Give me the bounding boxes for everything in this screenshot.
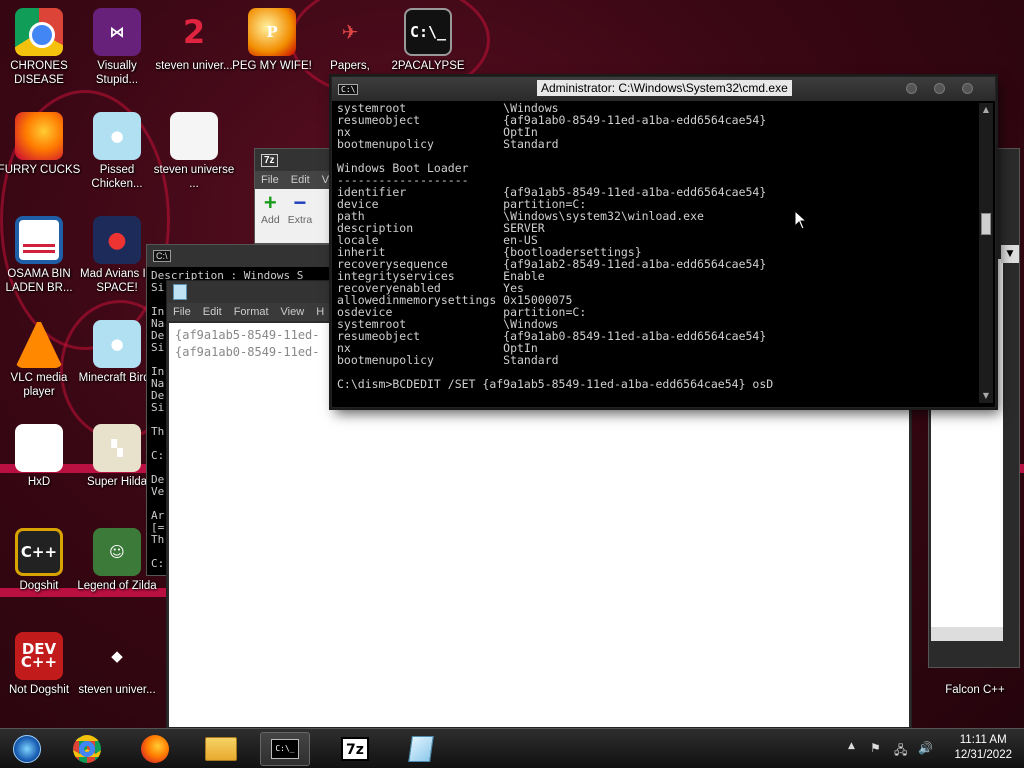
desktop-icon-chrones-disease[interactable]: CHRONES DISEASE <box>0 8 81 87</box>
desktop-icon-steven-universe-gem[interactable]: ◆ steven univer... <box>75 632 159 697</box>
visual-studio-icon: ⋈ <box>93 8 141 56</box>
desktop-icon-pissed-chicken[interactable]: ● Pissed Chicken... <box>75 112 159 191</box>
p-icon: P <box>248 8 296 56</box>
cmd-window-title: Administrator: C:\Windows\System32\cmd.e… <box>537 80 792 96</box>
minimize-button[interactable] <box>906 83 917 94</box>
file-explorer-icon <box>205 737 237 761</box>
volume-icon[interactable]: 🔊 <box>918 741 933 755</box>
scroll-up-icon[interactable]: ▲ <box>981 105 991 115</box>
desktop-icon-furry-cucks[interactable]: FURRY CUCKS <box>0 112 81 177</box>
system-clock[interactable]: 11:11 AM 12/31/2022 <box>954 733 1012 763</box>
desktop-icon-dogshit[interactable]: C++ Dogshit <box>0 528 81 593</box>
extract-button[interactable]: − Extra <box>288 190 313 227</box>
taskbar-cmd[interactable]: C:\_ <box>260 732 310 766</box>
menu-file[interactable]: File <box>173 306 191 318</box>
chrome-icon <box>15 8 63 56</box>
maximize-button[interactable] <box>934 83 945 94</box>
info-window-titlebar[interactable]: C:\ <box>147 245 335 267</box>
7zip-window[interactable]: 7z File Edit V + Add − Extra <box>254 148 336 244</box>
vlc-icon <box>15 320 63 368</box>
desktop-icon-not-dogshit[interactable]: DEV C++ Not Dogshit <box>0 632 81 697</box>
desktop-icon-papers[interactable]: ✈ Papers, <box>308 8 392 73</box>
taskbar-7zip[interactable]: 7z <box>330 732 380 766</box>
menu-view[interactable]: View <box>281 306 305 318</box>
taskbar-chrome[interactable] <box>62 732 112 766</box>
taskbar: C:\_ 7z ▲ ⚑ 🖧 🔊 11:11 AM 12/31/2022 <box>0 728 1024 768</box>
desktop-icon-steven-universe[interactable]: 2 steven univer... <box>152 8 236 73</box>
cmd-icon: C:\_ <box>404 8 452 56</box>
menu-edit[interactable]: Edit <box>291 174 310 186</box>
hxd-icon: HxD <box>15 424 63 472</box>
cmd-window[interactable]: C:\ Administrator: C:\Windows\System32\c… <box>331 76 996 408</box>
menu-file[interactable]: File <box>261 174 279 186</box>
7zip-menu: File Edit V <box>255 171 335 189</box>
menu-help[interactable]: H <box>316 306 324 318</box>
cmd-scrollbar[interactable]: ▲ ▼ <box>979 103 993 403</box>
scroll-thumb[interactable] <box>981 213 991 235</box>
desktop-icon-hxd[interactable]: HxD HxD <box>0 424 81 489</box>
steven-universe-icon: 2 <box>182 13 206 51</box>
zilda-icon: ☺ <box>93 528 141 576</box>
add-icon: + <box>263 190 277 215</box>
cmd-output[interactable]: systemroot \Windows resumeobject {af9a1ab… <box>337 102 977 403</box>
mouse-cursor-icon <box>794 210 808 230</box>
clock-time: 11:11 AM <box>959 734 1007 746</box>
angry-birds-seasons-icon: ● <box>93 112 141 160</box>
notepad-icon <box>173 284 187 300</box>
cmd-output-line: bootmenupolicy Standard <box>337 353 559 367</box>
gem-icon: ◆ <box>111 647 123 665</box>
7zip-toolbar: + Add − Extra <box>255 189 335 229</box>
menu-view[interactable]: V <box>322 174 329 186</box>
cmd-output-line: C:\dism>BCDEDIT /SET {af9a1ab5-8549-11ed… <box>337 377 774 391</box>
add-button[interactable]: + Add <box>261 190 280 227</box>
extract-icon: − <box>293 190 307 215</box>
horizontal-scrollbar[interactable] <box>931 627 1003 641</box>
firefox-icon <box>15 112 63 160</box>
cmd-icon: C:\_ <box>271 739 299 759</box>
cmd-output-line: bootmenupolicy Standard <box>337 137 559 151</box>
start-button[interactable] <box>2 732 52 766</box>
desktop-icon-osama[interactable]: OSAMA BIN LADEN BR... <box>0 216 81 295</box>
action-center-flag-icon[interactable]: ⚑ <box>870 741 881 755</box>
obama-logo-icon <box>15 216 63 264</box>
dogshit-icon: C++ <box>15 528 63 576</box>
menu-format[interactable]: Format <box>234 306 269 318</box>
document-icon <box>170 112 218 160</box>
dropdown-arrow-icon[interactable]: ▼ <box>1001 245 1019 263</box>
cmd-icon: C:\ <box>153 250 171 262</box>
show-hidden-icons-icon[interactable]: ▲ <box>848 741 855 751</box>
desktop-icon-steven-universe-doc[interactable]: steven universe ... <box>152 112 236 191</box>
close-button[interactable] <box>962 83 973 94</box>
desktop-icon-visually-stupid[interactable]: ⋈ Visually Stupid... <box>75 8 159 87</box>
taskbar-firefox[interactable] <box>130 732 180 766</box>
angry-birds-space-icon: ● <box>93 216 141 264</box>
taskbar-file-explorer[interactable] <box>196 732 246 766</box>
devcpp-icon: DEV C++ <box>15 632 63 680</box>
angry-birds-icon: ● <box>93 320 141 368</box>
cmd-icon: C:\ <box>338 83 359 95</box>
scroll-down-icon[interactable]: ▼ <box>981 391 991 401</box>
clock-date: 12/31/2022 <box>954 749 1012 761</box>
notepad-icon <box>408 736 434 762</box>
7zip-icon: 7z <box>341 737 369 761</box>
7zip-icon: 7z <box>261 153 278 167</box>
desktop-icon-peg-my-wife[interactable]: P PEG MY WIFE! <box>230 8 314 73</box>
7zip-titlebar[interactable]: 7z <box>255 149 335 171</box>
menu-edit[interactable]: Edit <box>203 306 222 318</box>
chrome-icon <box>73 735 101 763</box>
pixel-art-icon: ▚ <box>93 424 141 472</box>
papers-please-icon: ✈ <box>341 20 359 44</box>
firefox-icon <box>141 735 169 763</box>
network-icon[interactable]: 🖧 <box>894 741 907 762</box>
windows-orb-icon <box>13 735 41 763</box>
desktop-icon-vlc[interactable]: VLC media player <box>0 320 81 399</box>
taskbar-notepad[interactable] <box>396 732 446 766</box>
cmd-titlebar[interactable]: C:\ Administrator: C:\Windows\System32\c… <box>332 77 995 101</box>
desktop-icon-2pacalypse[interactable]: C:\_ 2PACALYPSE <box>386 8 470 73</box>
